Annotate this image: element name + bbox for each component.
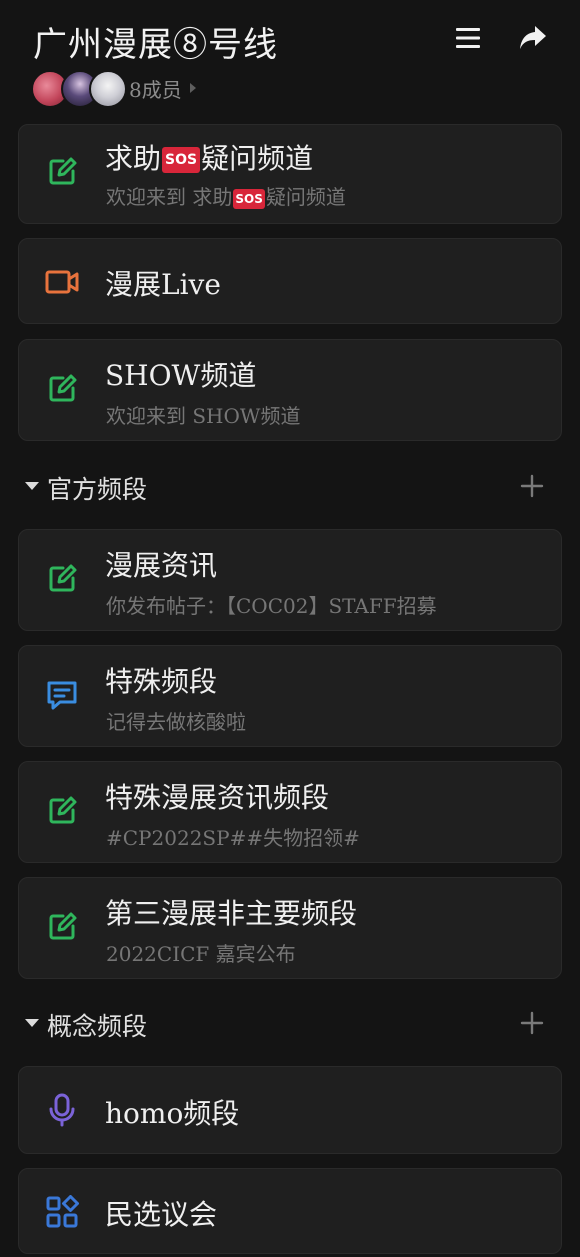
channel-preview: 欢迎来到 求助 SOS 疑问频道 — [106, 185, 346, 209]
section-header-concept[interactable]: 概念频段 — [0, 1003, 580, 1043]
share-arrow-icon — [520, 26, 546, 49]
hamburger-menu-icon — [456, 28, 480, 48]
avatar — [89, 70, 127, 108]
channel-preview: 你发布帖子：【COC02】STAFF招募 — [106, 594, 437, 618]
caret-down-icon — [25, 1019, 39, 1027]
channel-item[interactable]: 民选议会 — [18, 1168, 562, 1254]
caret-down-icon — [25, 482, 39, 490]
apps-grid-icon — [46, 1195, 79, 1228]
channel-name: 特殊频段 — [105, 665, 218, 698]
section-label: 官方频段 — [47, 475, 148, 504]
channel-item[interactable]: SHOW频道 欢迎来到 SHOW频道 — [18, 339, 562, 441]
channel-name: 漫展Live — [105, 268, 221, 301]
member-count: 8成员 — [129, 77, 182, 102]
sos-badge-icon: SOS — [233, 188, 265, 209]
channel-item[interactable]: 特殊频段 记得去做核酸啦 — [18, 645, 562, 747]
channel-name: 特殊漫展资讯频段 — [105, 781, 330, 814]
channel-preview: #CP2022SP##失物招领# — [106, 826, 360, 850]
sos-badge-icon: SOS — [162, 147, 201, 173]
channel-name: homo频段 — [105, 1097, 240, 1130]
channel-item[interactable]: 求助 SOS 疑问频道 欢迎来到 求助 SOS 疑问频道 — [18, 124, 562, 224]
channel-item[interactable]: 漫展资讯 你发布帖子：【COC02】STAFF招募 — [18, 529, 562, 631]
members-row[interactable]: 8成员 — [31, 68, 196, 108]
channel-name: 求助 SOS 疑问频道 — [105, 142, 314, 175]
plus-icon[interactable] — [520, 474, 544, 498]
edit-icon — [49, 157, 77, 185]
microphone-icon — [49, 1093, 75, 1127]
share-button[interactable] — [518, 24, 548, 52]
channel-preview: 欢迎来到 SHOW频道 — [106, 404, 301, 428]
chevron-right-icon — [189, 83, 196, 93]
channel-list-page: 广州漫展⑧号线 8成员 求助 SOS 疑问频道 欢迎来到 求助 SOS 疑问频道… — [0, 0, 580, 1257]
server-header: 广州漫展⑧号线 8成员 — [0, 0, 580, 118]
member-avatars — [31, 68, 127, 108]
section-header-official[interactable]: 官方频段 — [0, 466, 580, 506]
channel-preview: 记得去做核酸啦 — [106, 710, 246, 734]
video-camera-icon — [45, 270, 79, 294]
plus-icon[interactable] — [520, 1011, 544, 1035]
chat-icon — [47, 681, 77, 710]
channel-name: 第三漫展非主要频段 — [105, 897, 358, 930]
edit-icon — [49, 564, 77, 592]
channel-item[interactable]: 特殊漫展资讯频段 #CP2022SP##失物招领# — [18, 761, 562, 863]
channel-item[interactable]: homo频段 — [18, 1066, 562, 1154]
edit-icon — [49, 912, 77, 940]
section-label: 概念频段 — [47, 1012, 148, 1041]
server-title[interactable]: 广州漫展⑧号线 — [33, 17, 278, 66]
menu-button[interactable] — [454, 24, 482, 52]
channel-preview: 2022CICF 嘉宾公布 — [106, 942, 296, 966]
channel-item[interactable]: 漫展Live — [18, 238, 562, 324]
edit-icon — [49, 796, 77, 824]
edit-icon — [49, 374, 77, 402]
channel-name: 民选议会 — [105, 1198, 218, 1231]
channel-name: SHOW频道 — [105, 359, 257, 392]
channel-name: 漫展资讯 — [105, 549, 218, 582]
channel-item[interactable]: 第三漫展非主要频段 2022CICF 嘉宾公布 — [18, 877, 562, 979]
